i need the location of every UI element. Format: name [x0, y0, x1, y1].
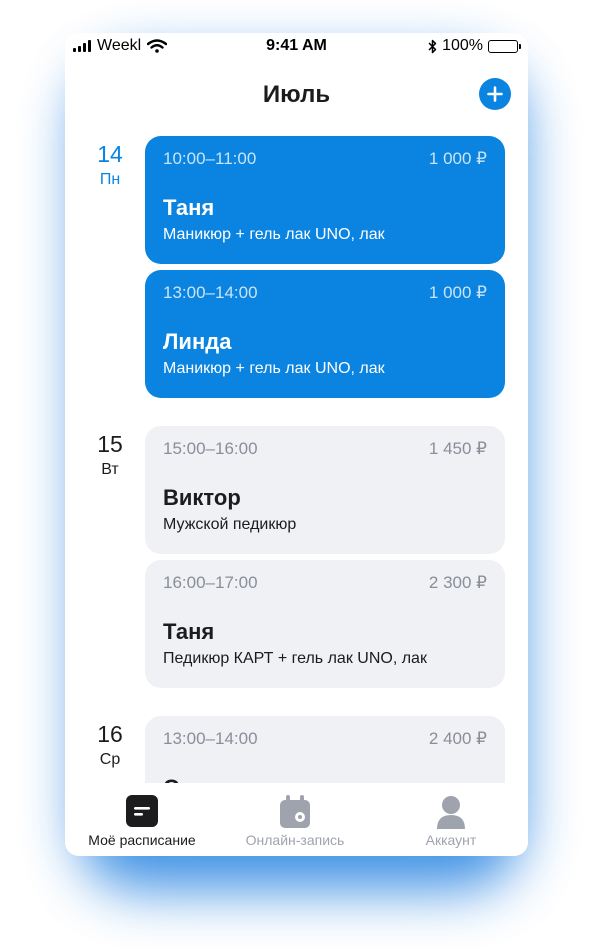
client-name: Линда — [163, 329, 232, 354]
appointment-meta: 15:00–16:00 1 450 ₽ — [163, 439, 487, 459]
client-name: Виктор — [163, 485, 241, 510]
appointment-time: 10:00–11:00 — [163, 149, 257, 168]
service-name: Мужской педикюр — [163, 516, 297, 533]
tab-account[interactable]: Аккаунт — [376, 795, 526, 848]
status-bar: Weekl 9:41 AM 100% — [65, 33, 528, 61]
service-name: Маникюр + гель лак UNO, лак — [163, 226, 385, 243]
add-appointment-button[interactable] — [479, 78, 511, 110]
appointment-meta: 10:00–11:00 1 000 ₽ — [163, 149, 487, 169]
day-label-14: 14 Пн — [83, 141, 137, 189]
plus-icon — [487, 86, 503, 102]
appointment-time: 13:00–14:00 — [163, 729, 258, 748]
weekday: Пн — [99, 171, 121, 188]
schedule-icon — [126, 795, 158, 827]
appointment-card[interactable]: 13:00–14:00 1 000 ₽ Линда Маникюр + гель… — [145, 270, 505, 398]
tab-label: Онлайн-запись — [245, 832, 345, 848]
appointment-meta: 16:00–17:00 2 300 ₽ — [163, 573, 487, 593]
appointment-price: 2 300 ₽ — [428, 573, 487, 592]
appointment-time: 13:00–14:00 — [163, 283, 258, 302]
appointment-price: 1 000 ₽ — [428, 283, 487, 302]
service-name: Маникюр + гель лак UNO, лак — [163, 360, 385, 377]
calendar-settings-icon — [280, 795, 310, 828]
appointment-time: 16:00–17:00 — [163, 573, 258, 592]
appointment-card[interactable]: 10:00–11:00 1 000 ₽ Таня Маникюр + гель … — [145, 136, 505, 264]
appointment-meta: 13:00–14:00 2 400 ₽ — [163, 729, 487, 749]
client-name: Таня — [163, 195, 215, 220]
appointment-card[interactable]: 15:00–16:00 1 450 ₽ Виктор Мужской педик… — [145, 426, 505, 554]
status-right: 100% — [428, 37, 521, 55]
day-number: 14 — [97, 141, 123, 167]
tab-my-schedule[interactable]: Моё расписание — [67, 795, 217, 848]
tab-online-booking[interactable]: Онлайн-запись — [220, 795, 370, 848]
phone-screen: Weekl 9:41 AM 100% Июль 14 Пн 10:00–11:0 — [65, 33, 528, 856]
appointment-price: 1 450 ₽ — [428, 439, 487, 458]
appointment-price: 1 000 ₽ — [428, 149, 487, 168]
bluetooth-icon — [428, 39, 437, 53]
day-label-15: 15 Вт — [83, 431, 137, 479]
weekday: Вт — [101, 461, 119, 478]
day-label-16: 16 Ср — [83, 721, 137, 769]
day-number: 15 — [97, 431, 123, 457]
tab-label: Аккаунт — [425, 832, 477, 848]
tab-label: Моё расписание — [88, 832, 196, 848]
client-name: Таня — [163, 619, 215, 644]
account-icon — [437, 796, 465, 829]
page-title: Июль — [262, 81, 331, 108]
appointment-price: 2 400 ₽ — [428, 729, 487, 748]
appointment-time: 15:00–16:00 — [163, 439, 258, 458]
weekday: Ср — [99, 751, 121, 768]
tab-bar: Моё расписание Онлайн-запись Аккаунт — [65, 783, 528, 856]
battery-percent: 100% — [442, 37, 483, 54]
appointment-meta: 13:00–14:00 1 000 ₽ — [163, 283, 487, 303]
day-number: 16 — [97, 721, 123, 747]
battery-icon — [488, 39, 521, 53]
appointment-card[interactable]: 16:00–17:00 2 300 ₽ Таня Педикюр КАРТ + … — [145, 560, 505, 688]
service-name: Педикюр КАРТ + гель лак UNO, лак — [163, 650, 427, 667]
